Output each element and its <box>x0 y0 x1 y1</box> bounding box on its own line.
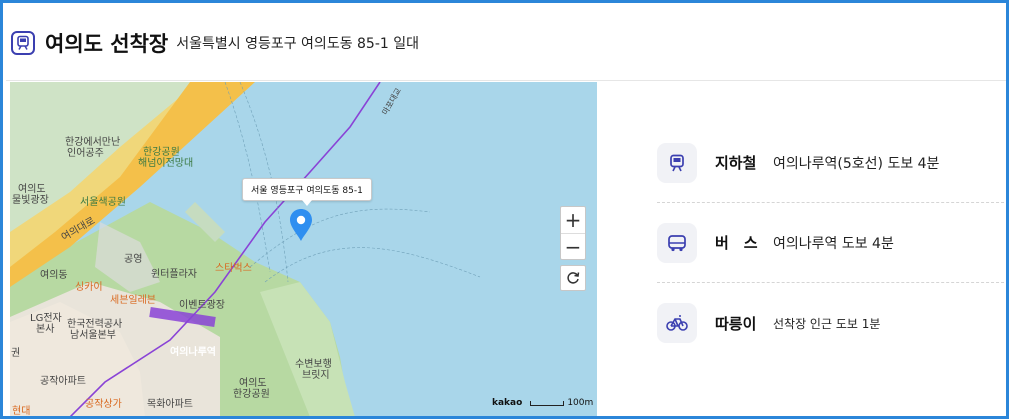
bus-icon <box>657 222 697 263</box>
transport-row-subway: 지하철 여의나루역(5호선) 도보 4분 <box>657 123 1006 203</box>
map-label: 여의도 <box>18 184 46 195</box>
refresh-icon <box>567 272 580 284</box>
map-scale: kakao 100m <box>492 398 593 408</box>
map-label: 여의나루역 <box>170 347 216 358</box>
map-brand: kakao <box>492 398 523 408</box>
map-label: 윈터플라자 <box>151 269 197 280</box>
map-label: 여의도 <box>239 378 267 389</box>
location-pin-icon[interactable] <box>289 208 313 246</box>
map-label: 세븐일레븐 <box>110 295 156 306</box>
map-label: 한강에서만난 <box>65 137 121 148</box>
transport-list: 지하철 여의나루역(5호선) 도보 4분 버 스 여의나루역 도보 4분 따릉이… <box>657 123 1006 363</box>
map-label: 한국전력공사 <box>67 319 123 330</box>
transport-desc: 여의나루역(5호선) 도보 4분 <box>773 155 940 172</box>
transport-label: 따릉이 <box>715 314 757 333</box>
map-label: 공작아파트 <box>40 376 86 387</box>
map-tooltip: 서울 영등포구 여의도동 85-1 <box>242 178 372 206</box>
ferry-terminal-icon <box>11 31 35 55</box>
map-label: 한강공원 <box>233 389 270 400</box>
map-label: 이벤트광장 <box>179 300 225 311</box>
map-label: 목화아파트 <box>147 399 193 410</box>
map-label: 브릿지 <box>302 370 330 381</box>
place-address: 서울특별시 영등포구 여의도동 85-1 일대 <box>176 36 420 52</box>
transport-row-bus: 버 스 여의나루역 도보 4분 <box>657 203 1006 283</box>
map-label: 인어공주 <box>67 148 104 159</box>
map-label: 현대 <box>12 406 31 417</box>
scale-bar <box>530 400 565 406</box>
map-label: 싱카이 <box>75 282 103 293</box>
location-map[interactable]: 한강에서만난 인어공주 한강공원 해넘이전망대 여의도 물빛광장 서울색공원 여… <box>10 82 597 417</box>
map-label: 한강공원 <box>143 147 180 158</box>
place-card: 여의도 선착장 서울특별시 영등포구 여의도동 85-1 일대 한강에서만난 인… <box>0 0 1009 419</box>
reset-map-button[interactable] <box>560 265 586 291</box>
map-label: 물빛광장 <box>12 195 49 206</box>
map-label: 공작상가 <box>85 399 122 410</box>
page-title: 여의도 선착장 <box>45 32 169 56</box>
transport-desc: 여의나루역 도보 4분 <box>773 235 894 252</box>
transport-label: 지하철 <box>715 154 757 172</box>
map-label: 공영 <box>124 254 143 265</box>
zoom-out-button[interactable]: − <box>561 233 585 259</box>
transport-row-bicycle: 따릉이 선착장 인근 도보 1분 <box>657 283 1006 363</box>
map-label: 수변보행 <box>295 359 332 370</box>
map-label: 서울색공원 <box>80 197 126 208</box>
scale-text: 100m <box>567 398 594 408</box>
transport-desc: 선착장 인근 도보 1분 <box>773 316 881 331</box>
map-label: LG전자 <box>30 313 62 324</box>
bicycle-icon <box>657 303 697 343</box>
map-label: 본사 <box>36 324 55 335</box>
place-header: 여의도 선착장 서울특별시 영등포구 여의도동 85-1 일대 <box>6 6 1006 81</box>
zoom-control: + − <box>560 206 586 260</box>
map-label: 해넘이전망대 <box>138 158 194 169</box>
zoom-in-button[interactable]: + <box>561 207 585 233</box>
subway-icon <box>657 142 697 183</box>
map-label: 남서울본부 <box>70 330 116 341</box>
transport-label: 버 스 <box>715 234 758 252</box>
map-label: 여의동 <box>40 270 68 281</box>
map-label: 권 <box>11 348 21 359</box>
map-label: 스타벅스 <box>215 263 252 274</box>
